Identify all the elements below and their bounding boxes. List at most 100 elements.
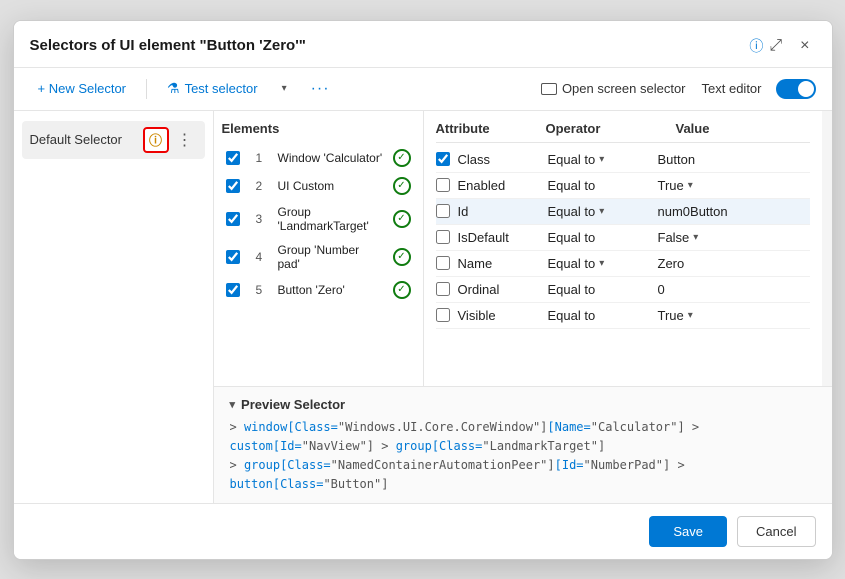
operator-label: Equal to — [548, 152, 596, 167]
element-number: 2 — [256, 179, 270, 193]
close-button[interactable]: × — [794, 35, 815, 57]
left-panel: Default Selector ⓘ ⋮ — [14, 111, 214, 503]
value-dropdown-icon: ▾ — [688, 310, 693, 321]
save-button[interactable]: Save — [649, 516, 727, 547]
element-name: UI Custom — [278, 179, 385, 193]
value-text: True — [658, 308, 684, 323]
attr-operator[interactable]: Equal to ▾ — [548, 204, 658, 219]
attr-name: Class — [458, 152, 548, 167]
value-text: False — [658, 230, 690, 245]
element-status-check: ✓ — [393, 248, 411, 266]
attr-value: False ▾ — [658, 230, 810, 245]
attr-checkbox[interactable] — [436, 204, 450, 218]
value-text: Button — [658, 152, 696, 167]
dialog-header: Selectors of UI element "Button 'Zero'" … — [14, 21, 832, 68]
value-text: 0 — [658, 282, 665, 297]
dialog-title-info-icon[interactable]: ⓘ — [749, 36, 763, 56]
dialog-title: Selectors of UI element "Button 'Zero'" — [30, 37, 742, 54]
more-button[interactable]: ··· — [303, 76, 338, 102]
toolbar: + New Selector ⚗ Test selector ▾ ··· Ope… — [14, 68, 832, 111]
attr-checkbox[interactable] — [436, 308, 450, 322]
attr-operator[interactable]: Equal to ▾ — [548, 256, 658, 271]
preview-code-line: > window[Class="Windows.UI.Core.CoreWind… — [230, 418, 816, 456]
attr-value: Button — [658, 152, 810, 167]
scrollbar[interactable] — [822, 111, 832, 386]
operator-label: Equal to — [548, 282, 596, 297]
attr-row: Enabled Equal to True ▾ — [436, 173, 810, 199]
test-selector-button[interactable]: ⚗ Test selector — [159, 76, 266, 101]
operator-label: Equal to — [548, 230, 596, 245]
element-checkbox[interactable] — [226, 250, 240, 264]
element-row[interactable]: 4 Group 'Number pad' ✓ — [222, 238, 415, 276]
element-row[interactable]: 3 Group 'LandmarkTarget' ✓ — [222, 200, 415, 238]
attr-checkbox[interactable] — [436, 152, 450, 166]
selector-dots-button[interactable]: ⋮ — [173, 128, 197, 152]
element-number: 1 — [256, 151, 270, 165]
info-icon-highlighted[interactable]: ⓘ — [143, 127, 169, 153]
element-name: Group 'Number pad' — [278, 243, 385, 271]
restore-button[interactable]: ⤢ — [763, 35, 788, 57]
attr-checkbox[interactable] — [436, 230, 450, 244]
attr-checkbox[interactable] — [436, 178, 450, 192]
attr-name: Visible — [458, 308, 548, 323]
attr-operator[interactable]: Equal to — [548, 178, 658, 193]
value-text: Zero — [658, 256, 685, 271]
attr-row: Name Equal to ▾ Zero — [436, 251, 810, 277]
attr-value: Zero — [658, 256, 810, 271]
attr-operator[interactable]: Equal to — [548, 308, 658, 323]
attr-row: Visible Equal to True ▾ — [436, 303, 810, 329]
element-checkbox[interactable] — [226, 283, 240, 297]
elements-list: Elements 1 Window 'Calculator' ✓ 2 UI Cu… — [214, 111, 424, 386]
preview-title[interactable]: ▾ Preview Selector — [230, 397, 816, 412]
attr-value: True ▾ — [658, 308, 810, 323]
element-row[interactable]: 2 UI Custom ✓ — [222, 172, 415, 200]
value-dropdown-icon: ▾ — [693, 232, 698, 243]
element-row[interactable]: 1 Window 'Calculator' ✓ — [222, 144, 415, 172]
value-text: True — [658, 178, 684, 193]
operator-label: Equal to — [548, 178, 596, 193]
preview-section: ▾ Preview Selector > window[Class="Windo… — [214, 386, 832, 503]
attr-col-value-header: Value — [676, 121, 810, 136]
selector-item-label: Default Selector — [30, 132, 123, 147]
attr-operator[interactable]: Equal to — [548, 230, 658, 245]
selector-item-right: ⓘ ⋮ — [143, 127, 197, 153]
operator-dropdown-icon: ▾ — [599, 154, 604, 165]
test-selector-dropdown-button[interactable]: ▾ — [274, 79, 295, 98]
attr-value: True ▾ — [658, 178, 810, 193]
attr-value: num0Button — [658, 204, 810, 219]
attr-value: 0 — [658, 282, 810, 297]
attr-operator[interactable]: Equal to — [548, 282, 658, 297]
attr-name: IsDefault — [458, 230, 548, 245]
element-checkbox[interactable] — [226, 179, 240, 193]
operator-label: Equal to — [548, 256, 596, 271]
dialog: Selectors of UI element "Button 'Zero'" … — [13, 20, 833, 560]
new-selector-button[interactable]: + New Selector — [30, 77, 135, 100]
attr-checkbox[interactable] — [436, 256, 450, 270]
open-screen-selector-button[interactable]: Open screen selector — [533, 77, 694, 100]
element-name: Button 'Zero' — [278, 283, 385, 297]
preview-code-line: > group[Class="NamedContainerAutomationP… — [230, 456, 816, 494]
element-row[interactable]: 5 Button 'Zero' ✓ — [222, 276, 415, 304]
chevron-down-icon: ▾ — [282, 83, 287, 94]
attr-checkbox[interactable] — [436, 282, 450, 296]
default-selector-item[interactable]: Default Selector ⓘ ⋮ — [22, 121, 205, 159]
attr-col-operator-header: Operator — [546, 121, 676, 136]
element-checkbox[interactable] — [226, 151, 240, 165]
attr-row: Id Equal to ▾ num0Button — [436, 199, 810, 225]
cancel-button[interactable]: Cancel — [737, 516, 815, 547]
element-number: 4 — [256, 250, 270, 264]
toolbar-divider-1 — [146, 79, 147, 99]
attrs-header: Attribute Operator Value — [436, 121, 810, 143]
element-checkbox[interactable] — [226, 212, 240, 226]
attr-row: IsDefault Equal to False ▾ — [436, 225, 810, 251]
value-dropdown-icon: ▾ — [688, 180, 693, 191]
element-number: 3 — [256, 212, 270, 226]
test-selector-label: Test selector — [185, 81, 258, 96]
attr-operator[interactable]: Equal to ▾ — [548, 152, 658, 167]
open-screen-label: Open screen selector — [562, 81, 686, 96]
preview-chevron-icon: ▾ — [230, 398, 236, 411]
screen-icon — [541, 83, 557, 95]
text-editor-toggle[interactable] — [776, 79, 816, 99]
attr-name: Enabled — [458, 178, 548, 193]
element-status-check: ✓ — [393, 210, 411, 228]
